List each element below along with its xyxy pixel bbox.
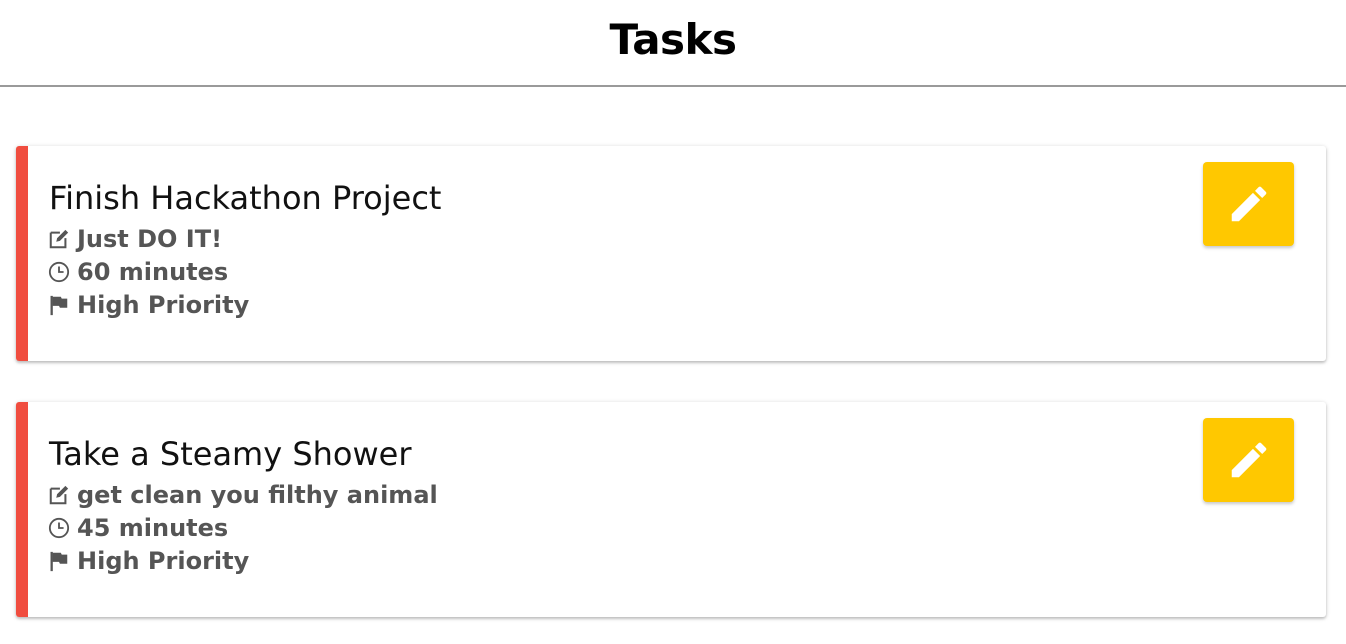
clock-icon [48, 517, 70, 539]
page-title: Tasks [609, 15, 737, 64]
task-description: get clean you filthy animal [77, 481, 438, 509]
task-duration: 45 minutes [77, 514, 229, 542]
pencil-icon [1231, 186, 1266, 222]
task-priority-row: High Priority [48, 290, 249, 320]
priority-stripe [16, 402, 28, 617]
flag-icon [48, 550, 70, 572]
task-priority: High Priority [77, 291, 250, 319]
edit-note-icon [48, 484, 70, 506]
task-duration-row: 60 minutes [48, 257, 228, 287]
task-priority-row: High Priority [48, 546, 249, 576]
pencil-icon [1231, 442, 1266, 478]
page-header: Tasks [0, 0, 1346, 87]
edit-note-icon [48, 228, 70, 250]
task-priority: High Priority [77, 547, 250, 575]
edit-task-button[interactable] [1203, 162, 1294, 246]
task-card: Finish Hackathon Project Just DO IT! 60 … [16, 146, 1326, 361]
edit-task-button[interactable] [1203, 418, 1294, 502]
task-title: Take a Steamy Shower [49, 435, 412, 473]
task-card: Take a Steamy Shower get clean you filth… [16, 402, 1326, 617]
priority-stripe [16, 146, 28, 361]
task-title: Finish Hackathon Project [49, 179, 442, 217]
task-duration: 60 minutes [77, 258, 229, 286]
clock-icon [48, 261, 70, 283]
task-description-row: Just DO IT! [48, 224, 222, 254]
task-description: Just DO IT! [77, 225, 223, 253]
task-duration-row: 45 minutes [48, 513, 228, 543]
task-description-row: get clean you filthy animal [48, 480, 438, 510]
flag-icon [48, 294, 70, 316]
